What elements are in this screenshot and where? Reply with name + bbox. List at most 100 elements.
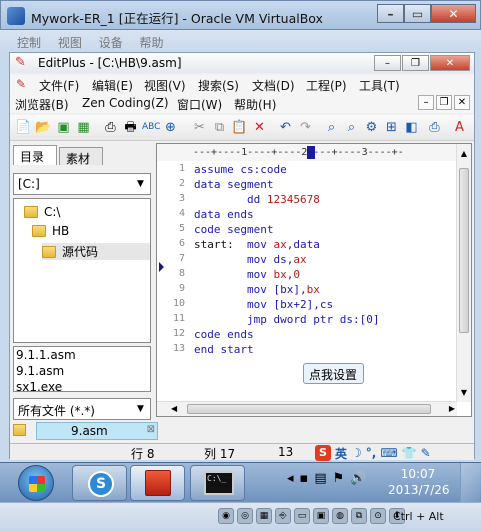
menu-devices[interactable]: 设备 <box>99 34 123 51</box>
taskbar-cmd[interactable]: C:\_ <box>190 465 245 501</box>
close-button[interactable]: ✕ <box>431 4 476 23</box>
copy-icon[interactable]: ⧉ <box>211 119 228 136</box>
code-line[interactable]: data ends <box>194 208 254 221</box>
chevron-down-icon[interactable]: ▼ <box>133 401 148 417</box>
font-icon[interactable]: A <box>451 119 468 136</box>
list-item[interactable]: sx1.exe <box>14 379 150 391</box>
scroll-right-icon[interactable]: ▶ <box>449 402 455 416</box>
horizontal-scrollbar[interactable]: ◀ ▶ <box>157 401 457 416</box>
code-line[interactable]: jmp dword ptr ds:[0] <box>194 313 379 326</box>
redo-icon[interactable]: ↷ <box>297 119 314 136</box>
code-line[interactable]: mov bx,0 <box>194 268 300 281</box>
doc-tab-9asm[interactable]: 9.asm ⊠ <box>36 422 158 440</box>
goto-icon[interactable]: ⚙ <box>363 119 380 136</box>
tray-expand-icon[interactable]: ◂ <box>287 471 294 486</box>
ep-close-button[interactable]: ✕ <box>430 55 470 71</box>
tab-cliptext[interactable]: 素材 <box>59 147 103 166</box>
menu-edit[interactable]: 编辑(E) <box>92 77 133 94</box>
maximize-button[interactable]: ▭ <box>404 4 431 23</box>
tray-device-icon[interactable]: ▪ <box>300 471 309 486</box>
menu-browser[interactable]: 浏览器(B) <box>15 96 69 113</box>
usb-icon[interactable]: ⎆ <box>275 508 291 524</box>
cut-icon[interactable]: ✂ <box>191 119 208 136</box>
skin-icon[interactable]: 👕 <box>402 446 417 460</box>
tree-node-c[interactable]: C:\ <box>24 205 60 219</box>
code-line[interactable]: mov [bx],bx <box>194 283 320 296</box>
ime-lang[interactable]: 英 <box>335 445 347 462</box>
code-line[interactable]: mov ds,ax <box>194 253 307 266</box>
menu-window[interactable]: 窗口(W) <box>177 96 222 113</box>
browser-icon[interactable]: ⊕ <box>162 119 179 136</box>
tools-icon[interactable]: ✎ <box>421 446 431 460</box>
vertical-scrollbar[interactable]: ▲ ▼ <box>456 144 471 402</box>
menu-view[interactable]: 视图 <box>58 34 82 51</box>
mouse-integration-icon[interactable]: ⊙ <box>370 508 386 524</box>
save-icon[interactable]: ▣ <box>55 119 72 136</box>
print-preview-icon[interactable]: ⎙ <box>102 119 119 136</box>
menu-help-ep[interactable]: 帮助(H) <box>234 96 276 113</box>
menu-view-ep[interactable]: 视图(V) <box>144 77 186 94</box>
tray-network-icon[interactable]: ▤ <box>314 471 326 486</box>
taskbar-clock[interactable]: 10:07 2013/7/26 <box>388 466 450 498</box>
moon-icon[interactable]: ☽ <box>351 446 362 460</box>
code-line[interactable]: data segment <box>194 178 273 191</box>
scroll-thumb[interactable] <box>459 168 469 333</box>
tray-volume-icon[interactable]: 🔊 <box>350 471 366 486</box>
taskbar-editplus[interactable] <box>130 465 185 501</box>
code-line[interactable]: dd 12345678 <box>194 193 320 206</box>
tray-flag-icon[interactable]: ⚑ <box>333 471 345 486</box>
code-line[interactable]: code ends <box>194 328 254 341</box>
menu-tools[interactable]: 工具(T) <box>359 77 400 94</box>
cd-icon[interactable]: ◎ <box>237 508 253 524</box>
chevron-down-icon[interactable]: ▼ <box>133 176 148 192</box>
tree-node-source[interactable]: 源代码 <box>42 243 150 260</box>
taskbar-sogou[interactable]: S <box>72 465 127 501</box>
menu-document[interactable]: 文档(D) <box>252 77 295 94</box>
floppy-icon[interactable]: ▦ <box>256 508 272 524</box>
mdi-restore-button[interactable]: ❐ <box>436 95 452 110</box>
scroll-left-icon[interactable]: ◀ <box>171 402 177 416</box>
sogou-logo-icon[interactable]: S <box>315 445 331 461</box>
open-icon[interactable]: 📂 <box>35 119 52 136</box>
close-tab-icon[interactable]: ⊠ <box>147 424 155 435</box>
mdi-close-button[interactable]: ✕ <box>454 95 470 110</box>
menu-control[interactable]: 控制 <box>17 34 41 51</box>
code-line[interactable]: assume cs:code <box>194 163 287 176</box>
hdd-icon[interactable]: ◉ <box>218 508 234 524</box>
list-item[interactable]: 9.1.1.asm <box>14 347 150 363</box>
record-icon[interactable]: ◍ <box>332 508 348 524</box>
hscroll-thumb[interactable] <box>187 404 431 414</box>
menu-file[interactable]: 文件(F) <box>39 77 79 94</box>
scroll-down-icon[interactable]: ▼ <box>457 385 471 400</box>
tree-node-hb[interactable]: HB <box>32 224 69 238</box>
menu-help[interactable]: 帮助 <box>140 34 164 51</box>
save-all-icon[interactable]: ▦ <box>75 119 92 136</box>
menu-search[interactable]: 搜索(S) <box>198 77 239 94</box>
display-icon[interactable]: ▣ <box>313 508 329 524</box>
code-line[interactable]: code segment <box>194 223 273 236</box>
show-desktop-button[interactable] <box>460 463 480 503</box>
code-line[interactable]: end start <box>194 343 254 356</box>
keyboard-icon[interactable]: ⌨ <box>380 446 397 460</box>
file-filter-select[interactable]: 所有文件 (*.*) ▼ <box>13 398 151 420</box>
tab-directory[interactable]: 目录 <box>13 145 57 165</box>
cpu-icon[interactable]: ⧉ <box>351 508 367 524</box>
new-file-icon[interactable]: 📄 <box>15 119 32 136</box>
menu-zen-coding[interactable]: Zen Coding(Z) <box>82 96 169 110</box>
code-line[interactable]: start: mov ax,data <box>194 238 320 251</box>
drive-select[interactable]: [C:] ▼ <box>13 173 151 195</box>
list-item[interactable]: 9.1.asm <box>14 363 150 379</box>
menu-project[interactable]: 工程(P) <box>306 77 347 94</box>
spellcheck-icon[interactable]: ABC <box>142 119 160 136</box>
punctuation-icon[interactable]: °, <box>366 446 377 460</box>
wordwrap-icon[interactable]: ◧ <box>403 119 420 136</box>
minimize-button[interactable]: – <box>377 4 404 23</box>
mdi-minimize-button[interactable]: – <box>418 95 434 110</box>
ep-restore-button[interactable]: ❐ <box>402 55 429 71</box>
shared-folder-icon[interactable]: ▭ <box>294 508 310 524</box>
delete-icon[interactable]: ✕ <box>251 119 268 136</box>
undo-icon[interactable]: ↶ <box>277 119 294 136</box>
paste-icon[interactable]: 📋 <box>231 119 248 136</box>
zoom-icon[interactable]: ⊞ <box>383 119 400 136</box>
ep-minimize-button[interactable]: – <box>374 55 401 71</box>
